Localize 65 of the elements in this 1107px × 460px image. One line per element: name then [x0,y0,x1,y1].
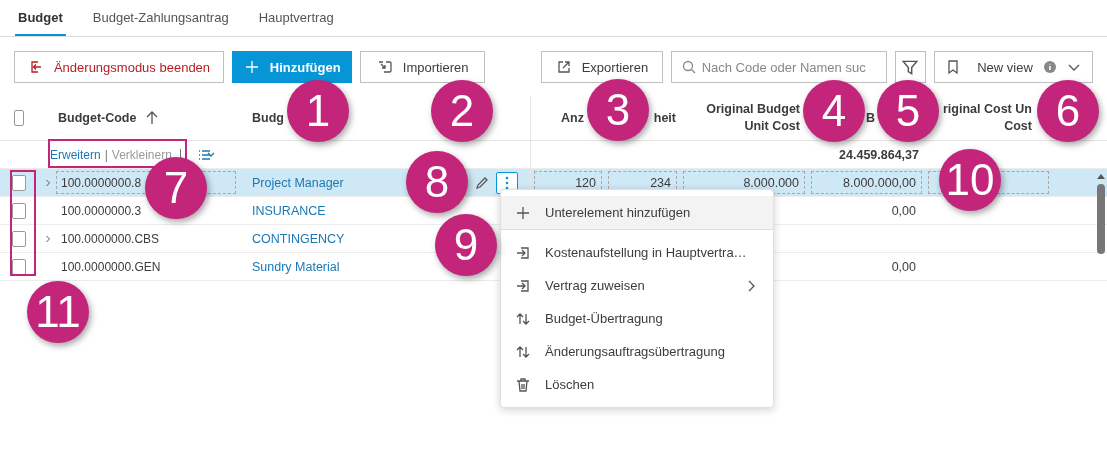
table-cell-text: 0,00 [890,258,917,276]
row-checkbox[interactable] [12,258,26,275]
menu-item[interactable]: Budget-Übertragung [501,302,773,335]
callout-number: 10 [939,149,1001,211]
separator: | [104,147,108,162]
tab[interactable]: Hauptvertrag [255,0,337,36]
tab[interactable]: Budget-Zahlungsantrag [89,0,232,36]
callout-number: 1 [287,80,349,142]
menu-item[interactable]: Löschen [501,368,773,401]
column-header[interactable]: Anz [561,109,584,127]
search-icon [680,59,697,75]
callout-number: 2 [431,80,493,142]
callout-number: 4 [803,80,865,142]
budget-name-link[interactable]: Project Manager [252,175,344,190]
column-header[interactable]: Cost [1004,118,1032,135]
view-select[interactable]: New view [934,51,1093,83]
export-icon [555,59,572,75]
column-header[interactable]: Unit Cost [744,118,800,135]
callout-number: 11 [27,281,89,343]
column-header[interactable]: Budg [252,109,284,127]
plus-icon [515,204,531,221]
info-icon [1044,61,1056,73]
column-header[interactable]: heit [653,109,676,127]
kebab-icon [505,175,509,190]
callout-number: 9 [435,214,497,276]
menu-item[interactable]: Unterelement hinzufügen [501,196,773,230]
scrollbar-thumb[interactable] [1097,184,1105,254]
row-checkbox[interactable] [12,202,26,219]
expand-link[interactable]: Erweitern [50,147,101,162]
budget-code: 100.0000000.GEN [60,258,162,276]
budget-code: 100.0000000.3 [60,202,143,220]
table-cell-text: 0,00 [890,202,917,220]
column-header[interactable]: Budget-Code [58,109,137,127]
callout-number: 8 [406,151,468,213]
plus-icon [243,59,260,75]
column-header[interactable]: B [866,109,876,127]
scroll-up-arrow-icon[interactable] [1096,172,1106,180]
row-checkbox[interactable] [12,230,26,247]
arrow-into-box-icon [515,244,531,261]
search-field[interactable]: Nach Code oder Namen suc [670,51,887,83]
row-checkbox[interactable] [12,174,26,191]
total-value: 24.459.864,37 [839,147,919,162]
budget-name-link[interactable]: CONTINGENCY [252,231,345,246]
arrow-into-box-icon [515,277,531,294]
budget-name-link[interactable]: Sundry Material [252,259,340,274]
column-header[interactable]: Original Budget [706,101,800,118]
trash-icon [515,376,531,393]
budget-code: 100.0000000.CBS [60,230,161,248]
tab[interactable]: Budget [15,0,66,36]
import-icon [376,59,393,75]
select-all-checkbox[interactable] [14,110,24,126]
import-button[interactable]: Importieren [360,51,485,83]
callout-number: 6 [1037,80,1099,142]
filter-icon [901,58,920,76]
budget-name-link[interactable]: INSURANCE [252,203,326,218]
export-button[interactable]: Exportieren [541,51,663,83]
table-cell: 8.000.000,00 [811,171,922,194]
menu-item[interactable]: Kostenaufstellung in Hauptvertra… [501,236,773,269]
column-header[interactable]: riginal Cost Un [943,101,1032,118]
exit-edit-mode-button[interactable]: Änderungsmodus beenden [14,51,225,83]
filter-button[interactable] [894,51,927,83]
menu-item[interactable]: Vertrag zuweisen [501,269,773,302]
callout-number: 3 [587,79,649,141]
menu-item[interactable]: Änderungsauftragsübertragung [501,335,773,368]
callout-number: 5 [877,80,939,142]
